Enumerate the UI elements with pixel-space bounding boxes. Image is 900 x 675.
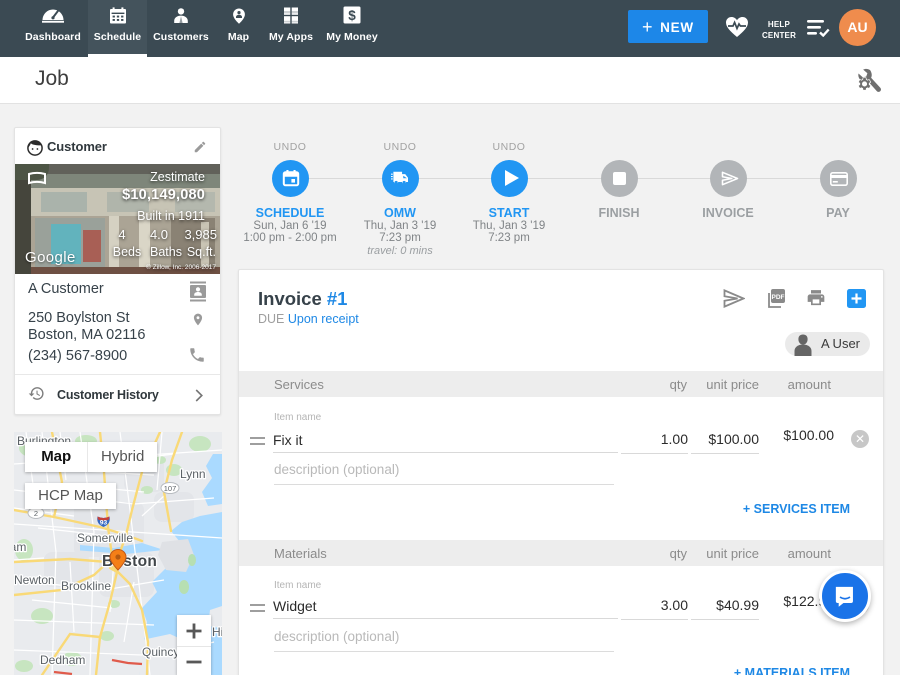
svg-text:Dedham: Dedham xyxy=(40,653,85,667)
svg-text:Lynn: Lynn xyxy=(180,467,206,481)
svg-text:2: 2 xyxy=(34,509,38,518)
svg-text:PDF: PDF xyxy=(772,294,785,301)
svg-text:Somerville: Somerville xyxy=(77,531,133,545)
svg-text:Quincy: Quincy xyxy=(142,645,179,659)
svg-text:93: 93 xyxy=(100,520,108,527)
svg-text:Brookline: Brookline xyxy=(61,579,111,593)
svg-text:107: 107 xyxy=(164,484,177,493)
svg-text:$: $ xyxy=(348,8,356,23)
svg-text:Newton: Newton xyxy=(14,573,55,587)
svg-text:ham: ham xyxy=(14,540,26,554)
svg-text:Hi: Hi xyxy=(212,625,222,639)
